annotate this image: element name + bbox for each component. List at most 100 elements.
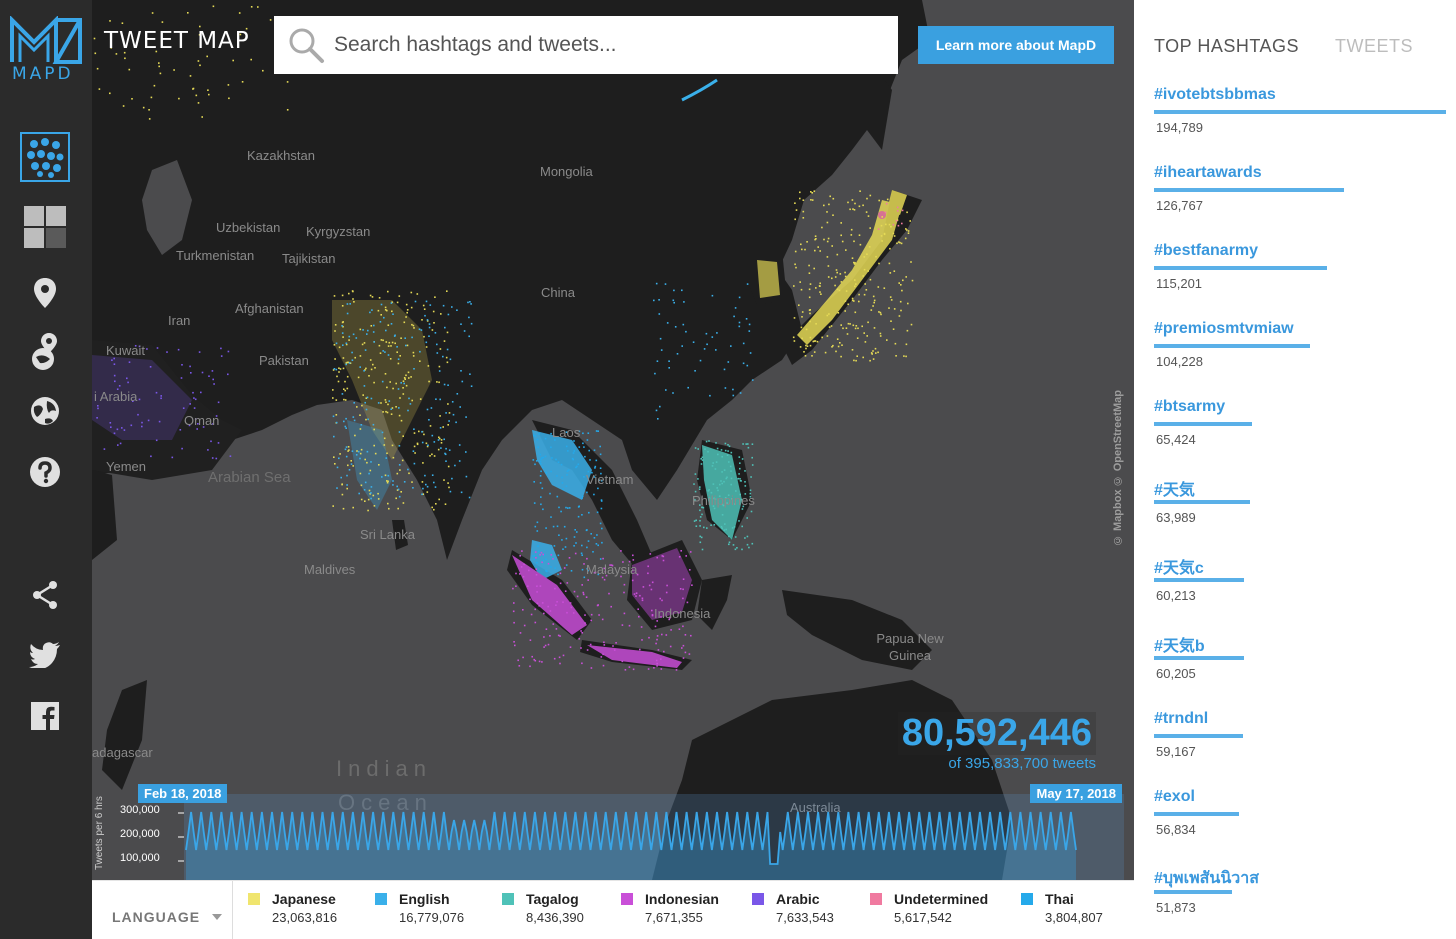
tab-top-hashtags[interactable]: TOP HASHTAGS [1154,36,1299,57]
language-dropdown-label[interactable]: LANGUAGE [112,909,200,925]
tweet-dot [193,407,196,409]
grid-layout-button[interactable] [20,202,70,252]
tweet-dot [358,492,360,495]
tweet-dot [872,358,875,360]
hashtag-row[interactable]: #exol 56,834 [1154,788,1454,866]
tweet-dot [642,586,645,588]
tweet-dot [407,409,409,412]
tweet-dot [723,529,726,531]
tweet-dot [512,610,515,613]
tweet-dot [880,224,883,227]
tweet-dot [454,464,456,467]
tweet-dot [419,398,422,400]
tweet-dot [542,559,545,562]
tweet-dot [575,542,577,544]
tweet-dot [382,350,384,352]
timeline-chart[interactable]: Feb 18, 2018 May 17, 2018 Tweets per 6 h… [92,782,1134,880]
tweet-dot [332,389,334,391]
facebook-button[interactable] [20,691,70,741]
tweet-dot [815,287,817,289]
tweet-dot [854,285,856,288]
tweet-dot [199,64,201,67]
tweet-map-canvas[interactable]: Kazakhstan Mongolia Uzbekistan Kyrgyzsta… [92,0,1134,880]
tweet-dot [345,427,347,429]
tweet-dot [386,452,388,455]
tweet-dot [380,303,383,306]
tweet-dot [610,605,612,608]
hashtag-row[interactable]: #premiosmtvmiaw 104,228 [1154,320,1454,398]
tweet-dot [373,324,375,327]
tweet-dot [522,656,524,659]
tweet-dot [103,448,106,450]
tweet-dot [405,384,408,387]
hashtag-row[interactable]: #iheartawards 126,767 [1154,164,1454,242]
tweet-dot [847,322,850,325]
hashtag-row[interactable]: #btsarmy 65,424 [1154,398,1454,476]
tweet-dot [738,520,740,522]
hashtag-row[interactable]: #ivotebtsbbmas 194,789 [1154,86,1454,164]
tweet-dot [370,461,372,463]
share-button[interactable] [20,570,70,620]
help-button[interactable] [20,447,70,497]
learn-more-button[interactable]: Learn more about MapD [918,26,1114,64]
hashtag-label: #天気c [1154,560,1204,577]
map-pin-button[interactable] [20,268,70,318]
tweet-dot [443,383,446,386]
hashtag-row[interactable]: #บุพเพสันนิวาส 51,873 [1154,866,1454,939]
tweet-dot [738,325,741,328]
tweet-dot [682,578,685,580]
tweet-dot [562,654,565,657]
tweet-dot [601,527,603,530]
tweet-dot [336,375,338,378]
globe-button[interactable] [20,386,70,436]
tweet-dot [557,573,559,576]
tweet-dot [569,602,572,604]
tweet-dot [138,398,141,401]
tweet-dot [904,237,907,240]
tweet-dot [826,221,829,224]
tweet-dot [668,367,670,369]
tweet-dot [751,542,754,545]
tweet-dot [880,235,883,237]
tweet-dot [666,584,668,587]
tweet-dot [193,397,195,399]
tweet-dot [377,498,380,500]
search-input[interactable] [334,33,874,57]
tweet-dot [819,285,821,287]
tweet-dot [364,500,366,502]
tweet-dot [346,303,349,305]
tweet-dot [852,324,855,327]
tweet-dot [699,525,701,527]
tweet-dot [602,664,605,667]
tweet-dot [801,337,803,340]
hashtag-row[interactable]: #天気b 60,205 [1154,632,1454,710]
tweet-dot [549,492,551,495]
tweet-dot [832,344,834,347]
tweet-dot [581,514,583,516]
tweet-dot [746,535,749,538]
tweet-dot [598,614,600,616]
tweet-dot [447,465,450,468]
tweet-dot [556,525,559,528]
tweet-dot [651,609,653,612]
twitter-button[interactable] [20,630,70,680]
hashtag-row[interactable]: #天気 63,989 [1154,476,1454,554]
tweet-dot [854,279,856,281]
tweet-dot [241,81,244,83]
tweet-dot [898,315,901,317]
tweet-dot [733,315,735,318]
tweet-dot [909,220,911,222]
tweet-dot [673,289,675,292]
location-pin-globe-button[interactable] [20,326,70,376]
tweet-dot [819,282,821,285]
tweet-dot [131,98,133,100]
hashtag-row[interactable]: #bestfanarmy 115,201 [1154,242,1454,320]
hashtag-row[interactable]: #trndnl 59,167 [1154,710,1454,788]
tweet-dot [699,509,701,512]
tweet-dot [578,505,580,508]
hashtag-row[interactable]: #天気c 60,213 [1154,554,1454,632]
heatmap-points-button[interactable] [20,132,70,182]
chevron-down-icon[interactable] [212,914,222,920]
tweet-dot [867,215,870,217]
tab-tweets[interactable]: TWEETS [1335,36,1413,57]
